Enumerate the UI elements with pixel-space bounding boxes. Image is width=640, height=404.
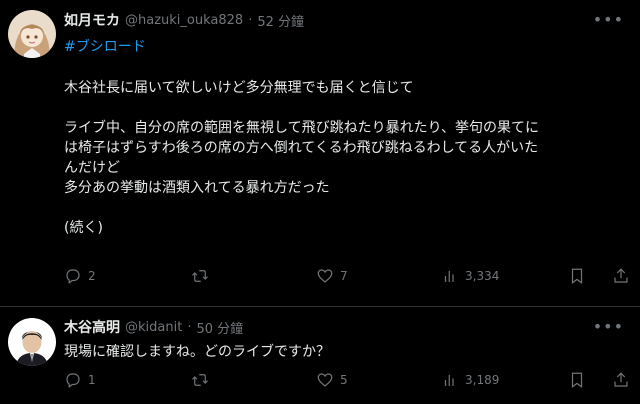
retweet-icon (192, 374, 208, 386)
share-button[interactable] (612, 267, 630, 285)
bookmark-button[interactable] (568, 267, 586, 285)
retweet-button[interactable] (191, 267, 215, 285)
share-icon (614, 372, 628, 387)
reply-icon (66, 269, 80, 284)
tweet-text: 木谷社長に届いて欲しいけど多分無理でも届くと信じて ライブ中、自分の席の範囲を無… (64, 78, 626, 238)
like-count: 7 (340, 269, 348, 283)
separator: · (187, 319, 192, 335)
tweet-header: 如月モカ @hazuki_ouka828 · 52 分鐘 (64, 10, 304, 30)
text-line: (続く) (64, 220, 103, 236)
text-line: 木谷社長に届いて欲しいけど多分無理でも届くと信じて (64, 80, 414, 96)
views-button[interactable]: 3,334 (441, 267, 499, 285)
views-count: 3,334 (465, 269, 500, 283)
views-count: 3,189 (465, 373, 500, 387)
share-button[interactable] (612, 371, 630, 389)
bookmark-icon (571, 372, 583, 388)
separator: · (248, 12, 253, 28)
tweet-text: 現場に確認しますね。どのライブですか？ (64, 344, 330, 360)
text-line: は椅子はずらすわ後ろの席の方へ倒れてくるわ飛び跳ねるわしてる人がいた (64, 140, 539, 156)
avatar[interactable] (8, 318, 56, 366)
author-name[interactable]: 木谷高明 (64, 317, 120, 337)
views-icon (444, 374, 454, 386)
reply-button[interactable]: 2 (64, 267, 96, 285)
tweet[interactable]: 木谷高明 @kidanit · 50 分鐘 ••• 現場に確認しますね。どのライ… (0, 307, 640, 404)
like-button[interactable]: 7 (316, 267, 348, 285)
bookmark-icon (571, 268, 583, 284)
reply-icon (66, 373, 80, 388)
heart-icon (317, 373, 333, 387)
like-button[interactable]: 5 (316, 371, 348, 389)
tweet-header: 木谷高明 @kidanit · 50 分鐘 (64, 317, 243, 337)
heart-icon (317, 269, 333, 283)
views-icon (444, 270, 454, 282)
author-handle[interactable]: @kidanit (125, 320, 182, 335)
action-bar: 2 7 3,334 (64, 267, 628, 287)
hashtag-link[interactable]: #ブシロード (64, 36, 146, 56)
more-icon[interactable]: ••• (593, 10, 624, 29)
reply-count: 1 (88, 373, 96, 387)
text-line: 多分あの挙動は酒類入れてる暴れ方だった (64, 180, 330, 196)
timestamp[interactable]: 52 分鐘 (257, 11, 304, 30)
timestamp[interactable]: 50 分鐘 (196, 318, 243, 337)
action-bar: 1 5 3,189 (64, 371, 628, 391)
reply-count: 2 (88, 269, 96, 283)
more-icon[interactable]: ••• (593, 317, 624, 336)
share-icon (614, 268, 628, 283)
author-handle[interactable]: @hazuki_ouka828 (125, 13, 243, 28)
text-line: んだけど (64, 160, 120, 176)
views-button[interactable]: 3,189 (441, 371, 499, 389)
retweet-icon (192, 270, 208, 282)
like-count: 5 (340, 373, 348, 387)
retweet-button[interactable] (191, 371, 215, 389)
author-name[interactable]: 如月モカ (64, 10, 120, 30)
text-line: ライブ中、自分の席の範囲を無視して飛び跳ねたり暴れたり、挙句の果てに (64, 120, 540, 136)
tweet[interactable]: 如月モカ @hazuki_ouka828 · 52 分鐘 ••• #ブシロード … (0, 0, 640, 307)
avatar[interactable] (8, 10, 56, 58)
reply-button[interactable]: 1 (64, 371, 96, 389)
bookmark-button[interactable] (568, 371, 586, 389)
